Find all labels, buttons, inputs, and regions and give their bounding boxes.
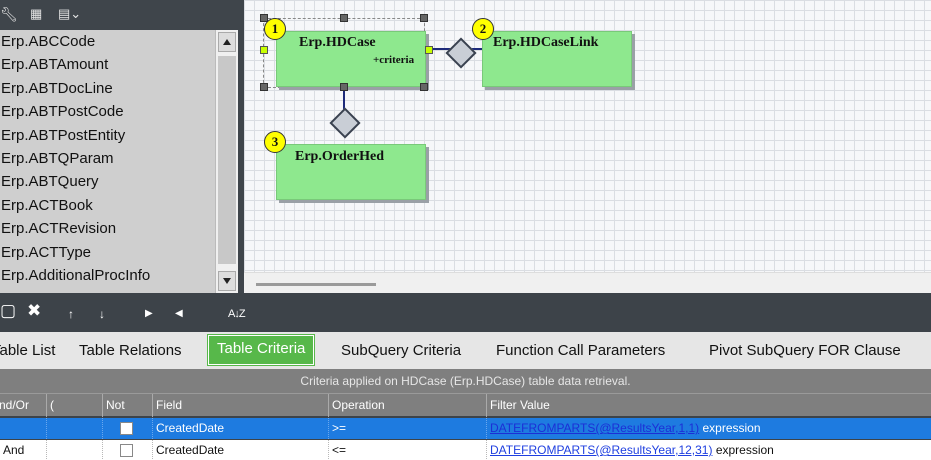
resize-handle[interactable] — [260, 14, 268, 22]
relation-diamond-icon[interactable] — [329, 107, 361, 139]
scroll-thumb[interactable] — [256, 283, 376, 286]
calculator-dropdown-icon[interactable]: ▤⌄ — [58, 6, 81, 22]
resize-handle[interactable] — [260, 46, 268, 54]
filter-type: expression — [702, 421, 761, 435]
table-list-scrollbar[interactable] — [215, 30, 238, 293]
grid-caption: Criteria applied on HDCase (Erp.HDCase) … — [0, 369, 931, 393]
resize-handle[interactable] — [260, 83, 268, 91]
column-header-field[interactable]: Field — [152, 394, 328, 417]
arrow-down-icon — [223, 278, 231, 284]
canvas-horizontal-scrollbar[interactable] — [244, 272, 931, 293]
scroll-up-button[interactable] — [218, 32, 236, 52]
column-header-operation[interactable]: Operation — [328, 394, 486, 417]
table-row[interactable]: CreatedDate >= DATEFROMPARTS(@ResultsYea… — [0, 418, 931, 439]
cell-paren[interactable] — [46, 418, 102, 439]
table-list-item[interactable]: Erp.ACTBook — [0, 194, 215, 217]
scroll-down-button[interactable] — [218, 271, 236, 291]
table-list-item[interactable]: Erp.ABTAmount — [0, 53, 215, 76]
column-header-filter-value[interactable]: Filter Value — [486, 394, 931, 417]
not-checkbox[interactable] — [120, 422, 133, 435]
filter-type: expression — [715, 443, 774, 457]
cell-andor[interactable] — [0, 418, 46, 439]
indent-left-icon[interactable]: ◀ — [175, 306, 183, 322]
column-header-andor[interactable]: And/Or — [0, 394, 46, 417]
cell-not[interactable] — [102, 440, 152, 460]
diagram-table-orderhed[interactable]: Erp.OrderHed — [276, 144, 426, 200]
diagram-canvas[interactable]: Erp.HDCase +criteria 1 Erp.HDCaseLink 2 … — [244, 0, 931, 272]
diagram-table-hdcase[interactable]: Erp.HDCase +criteria — [276, 31, 426, 87]
tab-table-relations[interactable]: Table Relations — [79, 342, 182, 359]
move-up-icon[interactable]: ↑ — [68, 306, 74, 322]
filter-expression-link[interactable]: DATEFROMPARTS(@ResultsYear,1,1) — [490, 421, 699, 435]
table-list-item[interactable]: Erp.ABCCode — [0, 30, 215, 53]
resize-handle[interactable] — [420, 14, 428, 22]
table-list-item[interactable]: Erp.ABTQParam — [0, 147, 215, 170]
table-list-item[interactable]: Erp.ABTQuery — [0, 170, 215, 193]
cell-filter-value[interactable]: DATEFROMPARTS(@ResultsYear,12,31) expres… — [486, 440, 931, 460]
delete-icon[interactable]: ✖ — [27, 302, 41, 319]
cell-filter-value[interactable]: DATEFROMPARTS(@ResultsYear,1,1) expressi… — [486, 418, 931, 439]
table-list: Erp.ABCCode Erp.ABTAmount Erp.ABTDocLine… — [0, 30, 215, 293]
table-list-item[interactable]: Erp.ABTDocLine — [0, 77, 215, 100]
table-list-item[interactable]: Erp.ABTPostCode — [0, 100, 215, 123]
table-name: Erp.OrderHed — [295, 149, 385, 164]
tab-table-criteria[interactable]: Table Criteria — [208, 335, 315, 365]
column-header-not[interactable]: Not — [102, 394, 152, 417]
tab-pivot-subquery[interactable]: Pivot SubQuery FOR Clause — [709, 342, 901, 359]
move-down-icon[interactable]: ↓ — [99, 306, 105, 322]
tab-table-list[interactable]: Table List — [0, 342, 55, 359]
table-list-item[interactable]: Erp.ABTPostEntity — [0, 124, 215, 147]
table-list-item[interactable]: Erp.ACTType — [0, 241, 215, 264]
cell-field[interactable]: CreatedDate — [152, 418, 328, 439]
criteria-marker: +criteria — [373, 54, 415, 66]
resize-handle[interactable] — [340, 83, 348, 91]
new-icon[interactable]: ▢ — [0, 302, 16, 319]
arrow-up-icon — [223, 39, 231, 45]
column-header-paren[interactable]: ( — [46, 394, 102, 417]
tab-function-call-parameters[interactable]: Function Call Parameters — [496, 342, 665, 359]
diagram-table-hdcaselink[interactable]: Erp.HDCaseLink — [482, 31, 632, 87]
cell-field[interactable]: CreatedDate — [152, 440, 328, 460]
table-list-item[interactable]: Erp.ACTRevision — [0, 217, 215, 240]
resize-handle[interactable] — [340, 14, 348, 22]
tab-subquery-criteria[interactable]: SubQuery Criteria — [341, 342, 461, 359]
table-row[interactable]: And CreatedDate <= DATEFROMPARTS(@Result… — [0, 440, 931, 460]
relation-diamond-icon[interactable] — [445, 37, 477, 69]
cell-operation[interactable]: <= — [328, 440, 486, 460]
grid-icon[interactable]: ▦ — [30, 6, 42, 22]
cell-paren[interactable] — [46, 440, 102, 460]
tool-icon[interactable]: 🔧︎ — [0, 6, 18, 22]
criteria-toolbar: ▢ ✖ ↑ ↓ ▶ ◀ A↓Z — [0, 296, 931, 332]
table-number-badge: 3 — [264, 131, 286, 153]
grid-header: And/Or ( Not Field Operation Filter Valu… — [0, 393, 931, 417]
filter-expression-link[interactable]: DATEFROMPARTS(@ResultsYear,12,31) — [490, 443, 712, 457]
cell-not[interactable] — [102, 418, 152, 439]
table-name: Erp.HDCase — [299, 35, 376, 50]
resize-handle[interactable] — [425, 46, 433, 54]
table-number-badge: 2 — [472, 18, 494, 40]
cell-andor[interactable]: And — [0, 440, 46, 460]
not-checkbox[interactable] — [120, 444, 133, 457]
table-name: Erp.HDCaseLink — [493, 35, 599, 50]
indent-right-icon[interactable]: ▶ — [145, 306, 153, 322]
sort-icon[interactable]: A↓Z — [228, 306, 246, 322]
resize-handle[interactable] — [420, 83, 428, 91]
scroll-thumb[interactable] — [218, 56, 236, 264]
tab-bar: Table List Table Relations Table Criteri… — [0, 332, 931, 369]
table-list-item[interactable]: Erp.AdditionalProcInfo — [0, 264, 215, 287]
cell-operation[interactable]: >= — [328, 418, 486, 439]
left-toolbar: 🔧︎ ▦ ▤⌄ — [0, 0, 238, 30]
